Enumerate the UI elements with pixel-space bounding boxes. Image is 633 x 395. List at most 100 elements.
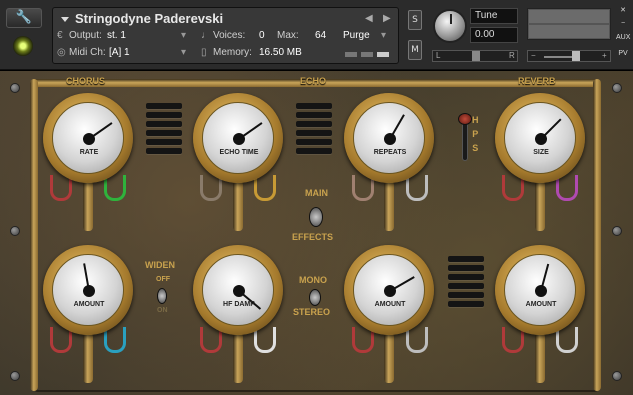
- volume-slider[interactable]: − +: [527, 50, 611, 62]
- gauge-stem: [233, 333, 243, 383]
- wrench-icon[interactable]: 🔧: [6, 8, 42, 28]
- rate-gauge[interactable]: RATE: [43, 93, 133, 183]
- screw-icon: [10, 226, 20, 236]
- close-icon[interactable]: ✕: [616, 6, 630, 20]
- screw-icon: [612, 83, 622, 93]
- screw-icon: [10, 371, 20, 381]
- memory-value: 16.50 MB: [259, 47, 302, 58]
- gauge-label: AMOUNT: [374, 301, 406, 308]
- section-echo-label: ECHO: [300, 76, 327, 86]
- echo-time-gauge[interactable]: ECHO TIME: [193, 93, 283, 183]
- gauge-label: AMOUNT: [525, 301, 557, 308]
- vent-grill: [296, 103, 332, 157]
- collapse-arrow-icon[interactable]: [61, 17, 69, 22]
- wire: [556, 175, 578, 201]
- main-effects-toggle[interactable]: [309, 207, 323, 227]
- vent-grill: [448, 256, 484, 310]
- volume-handle[interactable]: [572, 51, 580, 61]
- mono-stereo-toggle[interactable]: [309, 289, 321, 306]
- voices-icon: ♩: [201, 30, 211, 41]
- tune-knob[interactable]: [433, 9, 467, 43]
- wire: [104, 327, 126, 353]
- gauge-label: SIZE: [533, 149, 549, 156]
- purge-dropdown-icon[interactable]: ▾: [381, 30, 386, 41]
- gauge-stem: [384, 333, 394, 383]
- stereo-label: STEREO: [293, 307, 331, 317]
- midi-channel-select[interactable]: [A] 1: [109, 47, 130, 58]
- tune-value[interactable]: 0.00: [470, 27, 518, 43]
- output-icon: €: [57, 30, 63, 41]
- size-gauge[interactable]: SIZE: [495, 93, 585, 183]
- pv-button[interactable]: PV: [616, 50, 630, 64]
- hps-switch-handle[interactable]: [458, 113, 472, 125]
- purge-indicator: [345, 52, 357, 57]
- wire: [406, 175, 428, 201]
- wire: [104, 175, 126, 201]
- instrument-header: 🔧 Stringodyne Paderevski ◀ ▶ € Output: s…: [0, 0, 633, 70]
- memory-label: Memory:: [213, 47, 252, 58]
- echo-amount-gauge[interactable]: AMOUNT: [344, 245, 434, 335]
- hf-damp-gauge[interactable]: HF DAMP: [193, 245, 283, 335]
- right-pipe: [593, 79, 601, 391]
- purge-indicator: [361, 52, 373, 57]
- memory-icon: ▯: [201, 47, 207, 58]
- voices-value: 0: [259, 30, 265, 41]
- section-chorus-label: CHORUS: [66, 76, 106, 86]
- volume-minus-label: −: [531, 51, 536, 60]
- left-pipe: [30, 79, 38, 391]
- max-voices-value[interactable]: 64: [315, 30, 326, 41]
- gauge-stem: [83, 333, 93, 383]
- screw-icon: [10, 83, 20, 93]
- wire: [406, 327, 428, 353]
- mono-label: MONO: [299, 275, 327, 285]
- gauge-label: RATE: [79, 149, 99, 156]
- widen-label: WIDEN: [145, 260, 175, 270]
- output-select[interactable]: st. 1: [107, 30, 126, 41]
- widen-on-label: ON: [157, 307, 168, 314]
- volume-plus-label: +: [602, 51, 607, 60]
- repeats-gauge[interactable]: REPEATS: [344, 93, 434, 183]
- pan-right-label: R: [509, 51, 515, 60]
- midi-dropdown-icon[interactable]: ▾: [181, 47, 186, 58]
- level-meters: [527, 8, 611, 40]
- gauge-label: REPEATS: [373, 149, 407, 156]
- pan-handle[interactable]: [472, 51, 480, 61]
- purge-indicator: [377, 52, 389, 57]
- gauge-stem: [83, 181, 93, 231]
- main-label: MAIN: [305, 188, 328, 198]
- purge-menu[interactable]: Purge: [343, 30, 370, 41]
- gauge-stem: [233, 181, 243, 231]
- wire: [254, 175, 276, 201]
- instrument-info-panel: Stringodyne Paderevski ◀ ▶ € Output: st.…: [52, 7, 399, 64]
- section-reverb-label: REVERB: [518, 76, 556, 86]
- screw-icon: [612, 371, 622, 381]
- minimize-icon[interactable]: −: [616, 20, 630, 34]
- midi-icon: ◎: [57, 47, 66, 58]
- gauge-label: HF DAMP: [223, 301, 255, 308]
- instrument-logo-icon: [13, 36, 33, 56]
- midi-label: Midi Ch:: [69, 47, 106, 58]
- screw-icon: [612, 226, 622, 236]
- aux-button[interactable]: AUX: [616, 34, 630, 50]
- gauge-label: AMOUNT: [73, 301, 105, 308]
- voices-label: Voices:: [213, 30, 246, 41]
- effects-panel: CHORUS ECHO REVERB RATE ECHO TIME REPEAT…: [0, 70, 633, 395]
- solo-button[interactable]: S: [408, 10, 422, 30]
- gauge-stem: [384, 181, 394, 231]
- next-instrument-icon[interactable]: ▶: [383, 13, 391, 24]
- widen-off-label: OFF: [156, 276, 170, 283]
- mute-button[interactable]: M: [408, 40, 422, 60]
- wire: [556, 327, 578, 353]
- pan-left-label: L: [436, 51, 441, 60]
- max-label: Max:: [277, 30, 299, 41]
- chorus-amount-gauge[interactable]: AMOUNT: [43, 245, 133, 335]
- wire: [254, 327, 276, 353]
- output-label: Output:: [69, 30, 102, 41]
- output-dropdown-icon[interactable]: ▾: [181, 30, 186, 41]
- widen-toggle[interactable]: [157, 288, 167, 304]
- pan-slider[interactable]: L R: [432, 50, 518, 62]
- prev-instrument-icon[interactable]: ◀: [365, 13, 373, 24]
- instrument-name: Stringodyne Paderevski: [75, 11, 224, 26]
- reverb-amount-gauge[interactable]: AMOUNT: [495, 245, 585, 335]
- gauge-stem: [535, 181, 545, 231]
